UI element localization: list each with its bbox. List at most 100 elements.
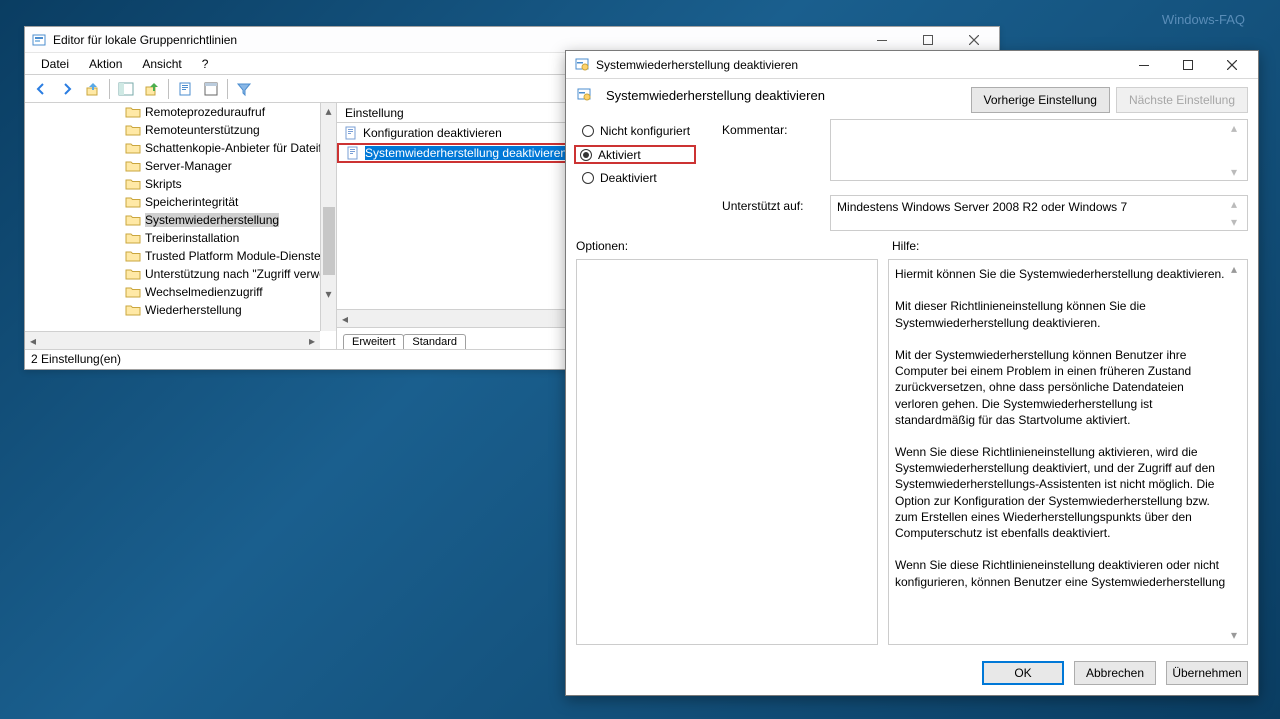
policy-icon — [574, 57, 590, 73]
supported-box: Mindestens Windows Server 2008 R2 oder W… — [830, 195, 1248, 231]
back-button[interactable] — [29, 77, 53, 101]
menu-datei[interactable]: Datei — [31, 55, 79, 73]
next-setting-button[interactable]: Nächste Einstellung — [1116, 87, 1248, 113]
dialog-close-button[interactable] — [1210, 54, 1254, 76]
forward-button[interactable] — [55, 77, 79, 101]
tree-item[interactable]: Unterstützung nach "Zugriff verweigert" — [25, 265, 336, 283]
app-icon — [31, 32, 47, 48]
tree-item-label: Remoteunterstützung — [145, 123, 260, 137]
folder-icon — [125, 195, 141, 209]
tab-erweitert[interactable]: Erweitert — [343, 334, 404, 349]
dialog-footer: OK Abbrechen Übernehmen — [566, 653, 1258, 695]
tree-item[interactable]: Systemwiederherstellung — [25, 211, 336, 229]
tree-item-label: Unterstützung nach "Zugriff verweigert" — [145, 267, 336, 281]
minimize-button[interactable] — [859, 29, 905, 51]
tab-standard[interactable]: Standard — [403, 334, 466, 349]
scroll-down-icon[interactable]: ▾ — [1231, 215, 1246, 229]
tree-item-label: Trusted Platform Module-Dienste — [145, 249, 321, 263]
policy-file-icon — [343, 125, 359, 141]
cancel-button[interactable]: Abbrechen — [1074, 661, 1156, 685]
help-text: Hiermit können Sie die Systemwiederherst… — [895, 266, 1227, 590]
dialog-maximize-button[interactable] — [1166, 54, 1210, 76]
tree-item[interactable]: Speicherintegrität — [25, 193, 336, 211]
tree-item[interactable]: Wechselmedienzugriff — [25, 283, 336, 301]
watermark-text: Windows-FAQ — [1162, 12, 1245, 27]
apply-button[interactable]: Übernehmen — [1166, 661, 1248, 685]
state-radio-group: Nicht konfiguriert Aktiviert Deaktiviert — [576, 119, 694, 231]
tree-item[interactable]: Remoteunterstützung — [25, 121, 336, 139]
ok-button[interactable]: OK — [982, 661, 1064, 685]
folder-icon — [125, 285, 141, 299]
tree-item-label: Speicherintegrität — [145, 195, 238, 209]
window-title: Editor für lokale Gruppenrichtlinien — [53, 33, 237, 47]
supported-label: Unterstützt auf: — [722, 195, 822, 213]
folder-icon — [125, 213, 141, 227]
scroll-left-icon[interactable]: ◂ — [337, 310, 353, 327]
up-button[interactable] — [81, 77, 105, 101]
tree-item-label: Systemwiederherstellung — [145, 213, 279, 227]
folder-icon — [125, 249, 141, 263]
tree-item-label: Wiederherstellung — [145, 303, 242, 317]
tree-scrollbar[interactable]: ▴ ▾ — [320, 103, 336, 331]
scroll-down-icon[interactable]: ▾ — [1231, 627, 1246, 643]
prev-setting-button[interactable]: Vorherige Einstellung — [971, 87, 1110, 113]
scroll-up-icon[interactable]: ▴ — [1231, 261, 1246, 277]
tree-item-label: Wechselmedienzugriff — [145, 285, 263, 299]
scroll-up-icon[interactable]: ▴ — [1231, 197, 1246, 211]
dialog-titlebar[interactable]: Systemwiederherstellung deaktivieren — [566, 51, 1258, 79]
folder-icon — [125, 267, 141, 281]
menu-help[interactable]: ? — [192, 55, 219, 73]
policy-heading-icon — [576, 87, 592, 103]
close-button[interactable] — [951, 29, 997, 51]
tree-item[interactable]: Wiederherstellung — [25, 301, 336, 319]
folder-icon — [125, 123, 141, 137]
tree-item[interactable]: Server-Manager — [25, 157, 336, 175]
filter-button[interactable] — [232, 77, 256, 101]
comment-label: Kommentar: — [722, 119, 822, 137]
dialog-title: Systemwiederherstellung deaktivieren — [596, 58, 798, 72]
tree-item[interactable]: Trusted Platform Module-Dienste — [25, 247, 336, 265]
scroll-down-icon[interactable]: ▾ — [321, 286, 336, 302]
scroll-down-icon[interactable]: ▾ — [1231, 165, 1246, 179]
show-hide-tree-button[interactable] — [114, 77, 138, 101]
dialog-minimize-button[interactable] — [1122, 54, 1166, 76]
policy-heading: Systemwiederherstellung deaktivieren — [606, 88, 825, 103]
tree-list[interactable]: Remoteprozeduraufruf Remoteunterstützung S… — [25, 103, 336, 349]
export-button[interactable] — [140, 77, 164, 101]
menu-ansicht[interactable]: Ansicht — [132, 55, 191, 73]
scroll-thumb[interactable] — [323, 207, 335, 275]
folder-icon — [125, 177, 141, 191]
folder-icon — [125, 303, 141, 317]
policy-file-icon — [345, 145, 361, 161]
tree-item-label: Server-Manager — [145, 159, 232, 173]
menu-aktion[interactable]: Aktion — [79, 55, 132, 73]
scroll-left-icon[interactable]: ◂ — [25, 332, 41, 349]
radio-disabled[interactable]: Deaktiviert — [578, 170, 694, 186]
tree-item[interactable]: Schattenkopie-Anbieter für Dateifreigabe… — [25, 139, 336, 157]
setting-label: Systemwiederherstellung deaktivieren — [365, 146, 567, 160]
setting-label: Konfiguration deaktivieren — [363, 126, 502, 140]
radio-not-configured[interactable]: Nicht konfiguriert — [578, 123, 694, 139]
tree-item[interactable]: Skripts — [25, 175, 336, 193]
tree-item-label: Skripts — [145, 177, 182, 191]
tree-item-label: Remoteprozeduraufruf — [145, 105, 265, 119]
radio-enabled[interactable]: Aktiviert — [574, 145, 696, 164]
tree-hscrollbar[interactable]: ◂ ▸ — [25, 331, 320, 349]
maximize-button[interactable] — [905, 29, 951, 51]
tree-item[interactable]: Treiberinstallation — [25, 229, 336, 247]
folder-icon — [125, 231, 141, 245]
radio-label: Deaktiviert — [600, 171, 657, 185]
scroll-up-icon[interactable]: ▴ — [1231, 121, 1246, 135]
tree-item[interactable]: Remoteprozeduraufruf — [25, 103, 336, 121]
tree-item-label: Schattenkopie-Anbieter für Dateifreigabe… — [145, 141, 336, 155]
scroll-right-icon[interactable]: ▸ — [304, 332, 320, 349]
properties-button[interactable] — [173, 77, 197, 101]
help-label: Hilfe: — [892, 239, 919, 253]
policy-dialog: Systemwiederherstellung deaktivieren Sys… — [565, 50, 1259, 696]
options-label: Optionen: — [576, 239, 878, 253]
scroll-up-icon[interactable]: ▴ — [321, 103, 336, 119]
folder-icon — [125, 141, 141, 155]
refresh-button[interactable] — [199, 77, 223, 101]
comment-input[interactable]: ▴▾ — [830, 119, 1248, 181]
help-box[interactable]: Hiermit können Sie die Systemwiederherst… — [888, 259, 1248, 645]
